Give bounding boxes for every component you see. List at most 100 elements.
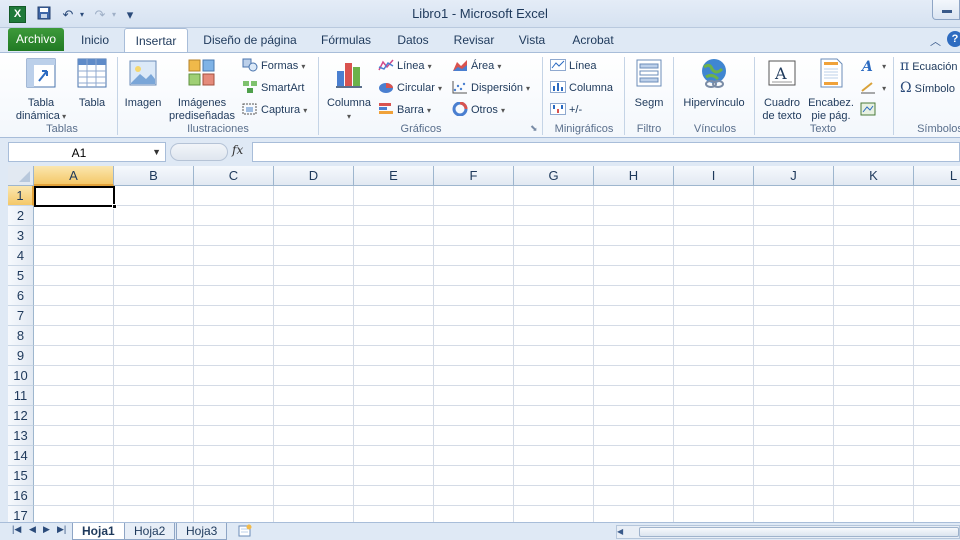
row-header-6[interactable]: 6 [8, 286, 34, 306]
name-box[interactable]: A1 ▼ [8, 142, 166, 162]
row-header-16[interactable]: 16 [8, 486, 34, 506]
tab-file[interactable]: Archivo [8, 28, 64, 51]
last-sheet-icon[interactable]: ▶| [57, 524, 66, 535]
insert-sheet-icon[interactable] [237, 524, 253, 538]
name-box-dropdown-icon[interactable]: ▼ [152, 147, 161, 157]
formula-bar: A1 ▼ fx [0, 138, 960, 166]
donut-chart-icon [452, 102, 468, 116]
row-header-5[interactable]: 5 [8, 266, 34, 286]
textbox-button[interactable]: A Cuadro de texto [758, 55, 806, 123]
column-header-l[interactable]: L [914, 166, 960, 186]
sheet-tab-hoja1[interactable]: Hoja1 [72, 523, 125, 540]
bar-chart-label: Barra [397, 104, 424, 116]
cell-area[interactable] [34, 186, 960, 522]
group-separator [673, 57, 674, 135]
scroll-left-icon[interactable]: ◀ [617, 526, 625, 538]
row-header-7[interactable]: 7 [8, 306, 34, 326]
column-header-a[interactable]: A [34, 166, 114, 186]
other-charts-button[interactable]: Otros [452, 100, 505, 120]
minimize-button[interactable] [932, 0, 960, 20]
chart-dialog-launcher-icon[interactable]: ⬊ [530, 123, 538, 133]
row-header-17[interactable]: 17 [8, 506, 34, 522]
column-header-f[interactable]: F [434, 166, 514, 186]
fill-handle[interactable] [112, 204, 117, 209]
column-header-c[interactable]: C [194, 166, 274, 186]
sparkline-column-button[interactable]: Columna [550, 78, 613, 98]
prev-sheet-icon[interactable]: ◀ [29, 524, 36, 535]
sparkline-column-label: Columna [569, 82, 614, 94]
row-header-10[interactable]: 10 [8, 366, 34, 386]
active-cell-a1[interactable] [34, 186, 115, 207]
textbox-icon: A [768, 60, 796, 86]
smartart-button[interactable]: SmartArt [242, 78, 304, 98]
wordart-button[interactable]: A [860, 56, 886, 76]
formula-input[interactable] [252, 142, 960, 162]
row-header-13[interactable]: 13 [8, 426, 34, 446]
area-chart-button[interactable]: Área [452, 56, 501, 76]
column-header-i[interactable]: I [674, 166, 754, 186]
group-separator [318, 57, 319, 135]
tab-insertar[interactable]: Insertar [124, 28, 188, 53]
row-header-4[interactable]: 4 [8, 246, 34, 266]
equation-button[interactable]: π Ecuación [900, 56, 957, 76]
column-header-k[interactable]: K [834, 166, 914, 186]
pie-chart-label: Circular [397, 82, 435, 94]
screenshot-button[interactable]: Captura [242, 100, 307, 120]
signature-line-button[interactable] [860, 78, 886, 98]
group-label-minigraficos: Minigráficos [554, 123, 614, 135]
tab-formulas[interactable]: Fórmulas [312, 32, 380, 52]
tab-revisar[interactable]: Revisar [446, 32, 502, 52]
screenshot-icon [242, 103, 257, 115]
bar-chart-button[interactable]: Barra [378, 100, 431, 120]
column-header-g[interactable]: G [514, 166, 594, 186]
row-header-8[interactable]: 8 [8, 326, 34, 346]
next-sheet-icon[interactable]: ▶ [43, 524, 50, 535]
line-chart-button[interactable]: Línea [378, 56, 432, 76]
area-chart-icon [453, 60, 467, 71]
row-header-11[interactable]: 11 [8, 386, 34, 406]
table-button[interactable]: Tabla [72, 55, 112, 110]
pie-chart-button[interactable]: Circular [378, 78, 442, 98]
column-chart-button[interactable]: Columna ▾ [322, 55, 376, 123]
tab-inicio[interactable]: Inicio [72, 32, 118, 52]
row-header-12[interactable]: 12 [8, 406, 34, 426]
hyperlink-button[interactable]: Hipervínculo [678, 55, 750, 110]
scrollbar-thumb[interactable] [639, 527, 959, 537]
column-header-b[interactable]: B [114, 166, 194, 186]
row-header-3[interactable]: 3 [8, 226, 34, 246]
row-header-1[interactable]: 1 [8, 186, 34, 206]
formula-bar-expand-handle[interactable] [170, 143, 228, 161]
horizontal-scrollbar[interactable]: ◀ [616, 525, 960, 539]
column-header-e[interactable]: E [354, 166, 434, 186]
shapes-button[interactable]: Formas [242, 56, 305, 76]
row-header-2[interactable]: 2 [8, 206, 34, 226]
pivot-table-button[interactable]: Tabla dinámica [10, 55, 72, 123]
sheet-tab-hoja2[interactable]: Hoja2 [124, 523, 176, 540]
first-sheet-icon[interactable]: |◀ [12, 524, 21, 535]
insert-function-icon[interactable]: fx [232, 143, 243, 157]
minimize-ribbon-icon[interactable]: ︿ [930, 33, 941, 49]
row-header-15[interactable]: 15 [8, 466, 34, 486]
object-button[interactable] [860, 100, 879, 120]
sparkline-line-button[interactable]: Línea [550, 56, 597, 76]
scatter-chart-button[interactable]: Dispersión [452, 78, 530, 98]
column-header-j[interactable]: J [754, 166, 834, 186]
sparkline-winloss-button[interactable]: +/- [550, 100, 582, 120]
clipart-button[interactable]: Imágenes prediseñadas [166, 55, 238, 123]
row-header-9[interactable]: 9 [8, 346, 34, 366]
tab-acrobat[interactable]: Acrobat [562, 32, 624, 52]
row-header-14[interactable]: 14 [8, 446, 34, 466]
tab-datos[interactable]: Datos [388, 32, 438, 52]
select-all-button[interactable] [8, 166, 34, 186]
column-header-d[interactable]: D [274, 166, 354, 186]
group-label-simbolos: Símbolos [917, 123, 960, 135]
help-icon[interactable]: ? [947, 31, 960, 47]
sheet-tab-hoja3[interactable]: Hoja3 [176, 523, 228, 540]
tab-vista[interactable]: Vista [510, 32, 554, 52]
column-header-h[interactable]: H [594, 166, 674, 186]
symbol-button[interactable]: Ω Símbolo [900, 78, 955, 98]
image-button[interactable]: Imagen [120, 55, 166, 110]
header-footer-button[interactable]: Encabez. pie pág. [806, 55, 856, 123]
tab-diseno-pagina[interactable]: Diseño de página [196, 32, 304, 52]
slicer-button[interactable]: Segm [628, 55, 670, 110]
